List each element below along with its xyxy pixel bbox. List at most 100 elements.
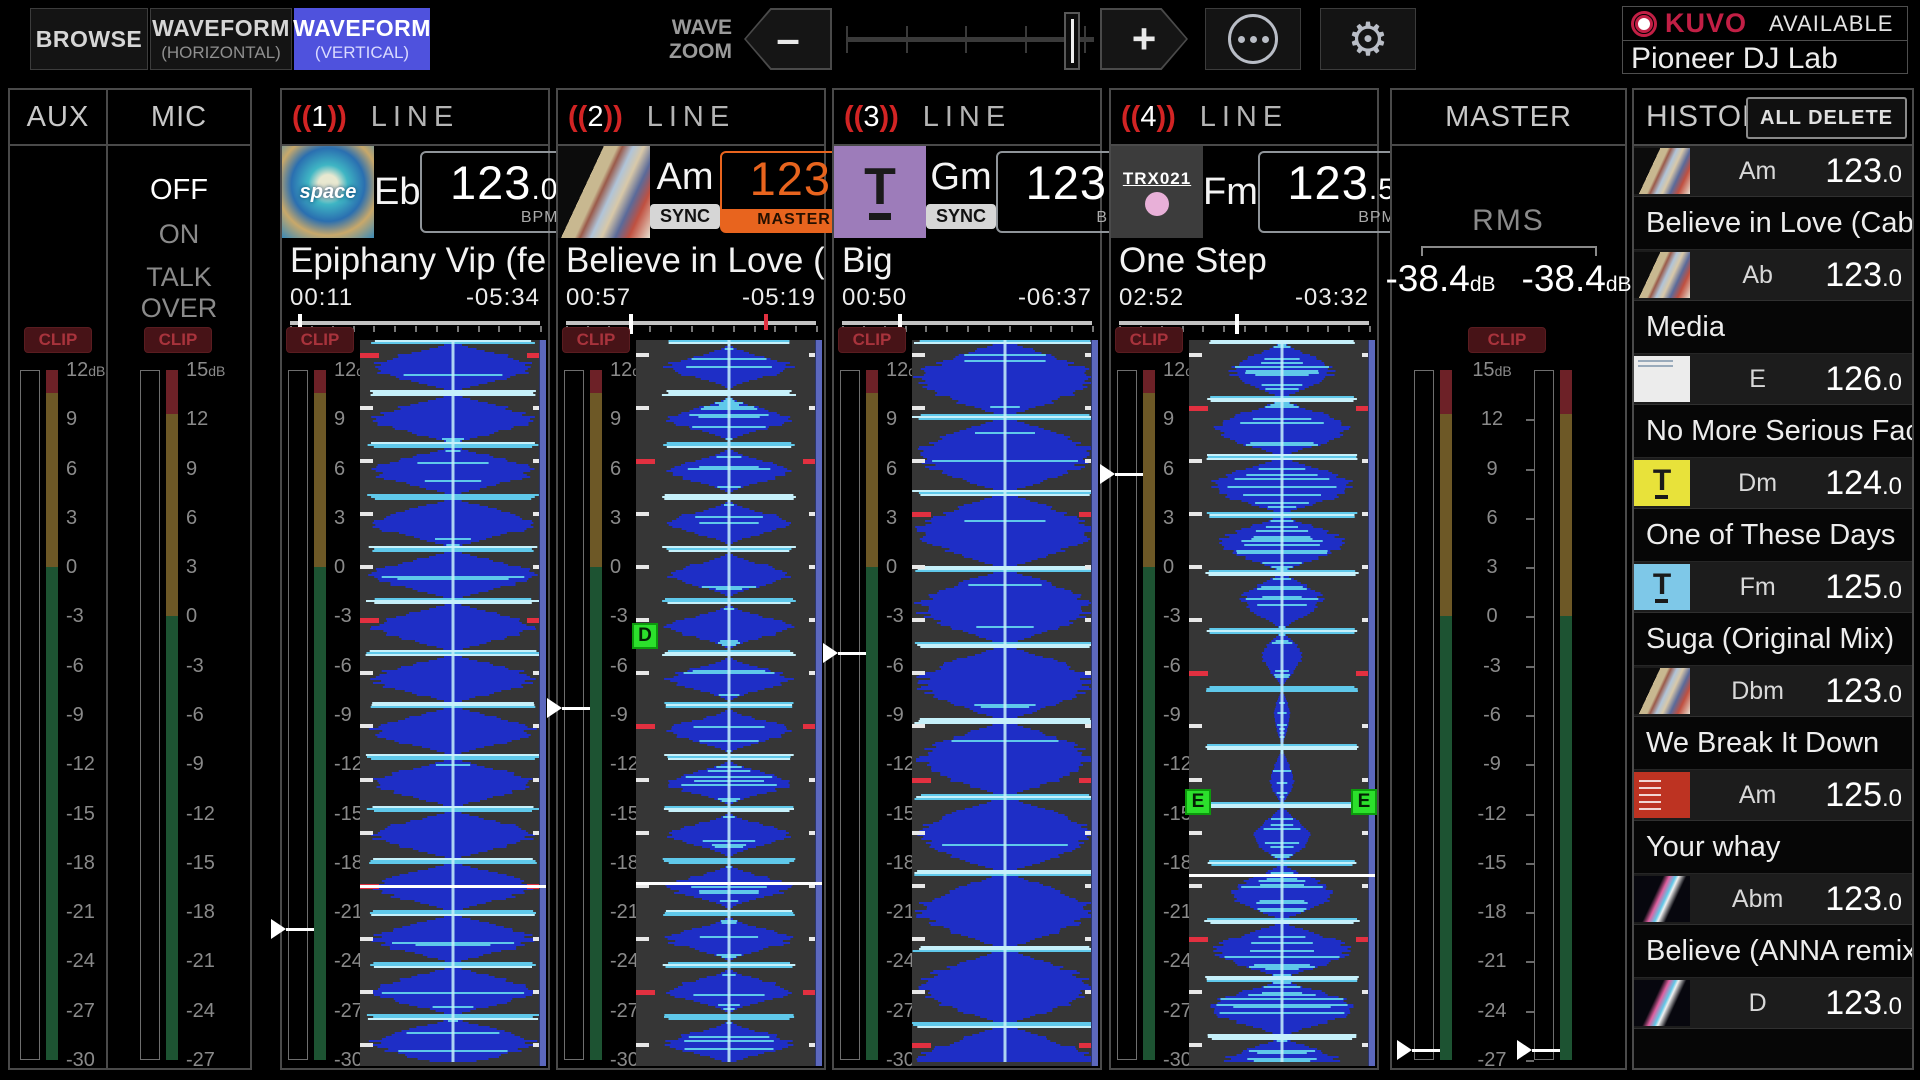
wave-zoom-slider-handle[interactable] [1064, 12, 1080, 70]
wave-zoom-slider[interactable] [846, 8, 1094, 70]
all-delete-button[interactable]: ALL DELETE [1746, 97, 1907, 139]
history-track-title: One of These Days [1634, 509, 1912, 562]
history-entry[interactable]: E126.0No More Serious Faces (… [1634, 354, 1912, 458]
progress-tick [373, 326, 375, 332]
waveform-display [360, 340, 546, 1062]
progress-tick [1307, 326, 1309, 332]
progress-tick [498, 326, 500, 332]
meter-scale-label: -6 [886, 655, 904, 677]
progress-tick [733, 326, 735, 332]
album-art [1634, 980, 1690, 1026]
kuvo-brand: KUVO [1665, 8, 1747, 39]
meter-seg-olive [314, 393, 326, 567]
settings-button[interactable]: ⚙ [1320, 8, 1416, 70]
channel-fader-indicator-line [286, 928, 314, 931]
rms-right-value: -38.4dB [1522, 258, 1632, 300]
deck-panel-3: ((3))LINETGmSYNC123.5BPMBig00:50-06:37CL… [832, 88, 1102, 1070]
meter-scale-label: -15 [1464, 852, 1520, 874]
meter-scale-label: -27 [1464, 1049, 1520, 1071]
progress-tick [540, 326, 542, 332]
meter-seg-red [1440, 370, 1452, 414]
history-track-bpm: 125.0 [1825, 776, 1912, 815]
history-entry[interactable]: TFm125.0Suga (Original Mix) [1634, 562, 1912, 666]
history-entry[interactable]: Dbm123.0We Break It Down [1634, 666, 1912, 770]
deck-meter-column: CLIP12dB9630-3-6-9-12-15-18-21-24-27-30 [1111, 340, 1189, 1066]
meter-scale-tick [1526, 1011, 1534, 1013]
deck-panel-4: ((4))LINETRX021Fm123.5BPMOne Step02:52-0… [1109, 88, 1379, 1070]
deck-input-source: LINE [1111, 101, 1377, 134]
mic-on-button[interactable]: ON [108, 219, 250, 250]
tab-waveform-horizontal[interactable]: WAVEFORM (HORIZONTAL) [150, 8, 292, 70]
meter-seg-green [314, 567, 326, 1060]
history-entry-info[interactable]: Am123.0 [1634, 146, 1912, 197]
history-entry-info[interactable]: E126.0 [1634, 354, 1912, 405]
meter-scale-label: -15 [334, 803, 363, 825]
wave-zoom-minus-button[interactable]: – [744, 8, 832, 70]
meter-scale-label: 6 [334, 458, 345, 480]
meter-scale-strip [314, 370, 326, 1060]
meter-scale-label: -27 [186, 1049, 215, 1071]
meter-frame [840, 370, 860, 1060]
album-art-label: TRX021 [1123, 169, 1191, 189]
history-track-bpm: 124.0 [1825, 464, 1912, 503]
more-options-button[interactable] [1205, 8, 1301, 70]
deck-waveform-area [360, 340, 546, 1066]
meter-frame [288, 370, 308, 1060]
meter-scale-label: -6 [334, 655, 352, 677]
history-entry-info[interactable]: Am125.0 [1634, 770, 1912, 821]
tab-browse[interactable]: BROWSE [30, 8, 148, 70]
history-entry-info[interactable]: Ab123.0 [1634, 250, 1912, 301]
history-entry-info[interactable]: Abm123.0 [1634, 874, 1912, 925]
deck-track-info: spaceEb123.0BPM [282, 146, 548, 238]
history-entry-info[interactable]: TFm125.0 [1634, 562, 1912, 613]
waveform-scroll-strip [1091, 340, 1098, 1066]
history-entry[interactable]: TDm124.0One of These Days [1634, 458, 1912, 562]
progress-tick [436, 326, 438, 332]
meter-scale-label: -24 [1163, 950, 1192, 972]
progress-track [290, 321, 540, 325]
history-track-bpm: 123.0 [1825, 152, 1912, 191]
meter-scale-label: 15dB [186, 359, 225, 381]
history-entry[interactable]: Ab123.0Media [1634, 250, 1912, 354]
album-art [1634, 252, 1690, 298]
meter-scale-label: 3 [1464, 556, 1520, 578]
history-track-key: Ab [1690, 261, 1825, 290]
history-track-bpm: 125.0 [1825, 568, 1912, 607]
progress-tick [988, 326, 990, 332]
elapsed-time: 00:11 [290, 284, 353, 312]
deck-clip-indicator: CLIP [562, 327, 630, 353]
meter-scale-strip [866, 370, 878, 1060]
history-entry-info[interactable]: TDm124.0 [1634, 458, 1912, 509]
meter-scale-label: -27 [610, 1000, 639, 1022]
history-entry[interactable]: Am123.0Believe in Love (Cabarza… [1634, 146, 1912, 250]
tab-waveform-vertical[interactable]: WAVEFORM (VERTICAL) [294, 8, 430, 70]
mic-off-button[interactable]: OFF [108, 174, 250, 207]
progress-tick [1030, 326, 1032, 332]
history-entry-info[interactable]: D123.0 [1634, 978, 1912, 1029]
history-entry[interactable]: D123.0 [1634, 978, 1912, 1068]
history-entry[interactable]: Abm123.0Believe (ANNA remix) [1634, 874, 1912, 978]
meter-scale-label: 0 [186, 605, 197, 627]
meter-scale-label: -12 [66, 753, 95, 775]
progress-tick [457, 326, 459, 332]
history-entry-info[interactable]: Dbm123.0 [1634, 666, 1912, 717]
wave-zoom-plus-button[interactable]: + [1100, 8, 1188, 70]
deck-key-block: Eb [374, 146, 420, 238]
deck-track-info: TRX021Fm123.5BPM [1111, 146, 1377, 238]
deck-header: ((3))LINE [834, 90, 1100, 146]
history-entry[interactable]: Am125.0Your whay [1634, 770, 1912, 874]
meter-scale-label: -9 [334, 704, 352, 726]
meter-seg-olive [1560, 414, 1572, 616]
progress-tick [1369, 326, 1371, 332]
mic-clip-indicator: CLIP [144, 327, 212, 353]
progress-tick [649, 326, 651, 332]
progress-tick [1223, 326, 1225, 332]
dj-app: BROWSE WAVEFORM (HORIZONTAL) WAVEFORM (V… [0, 0, 1920, 1080]
album-art: T [1634, 564, 1690, 610]
waveform-scroll-strip [815, 340, 822, 1066]
deck-header: ((4))LINE [1111, 90, 1377, 146]
history-track-title: Your whay [1634, 821, 1912, 874]
mic-talkover-button[interactable]: TALK OVER [108, 262, 250, 324]
history-track-title: Suga (Original Mix) [1634, 613, 1912, 666]
meter-scale-tick [1526, 1060, 1534, 1062]
